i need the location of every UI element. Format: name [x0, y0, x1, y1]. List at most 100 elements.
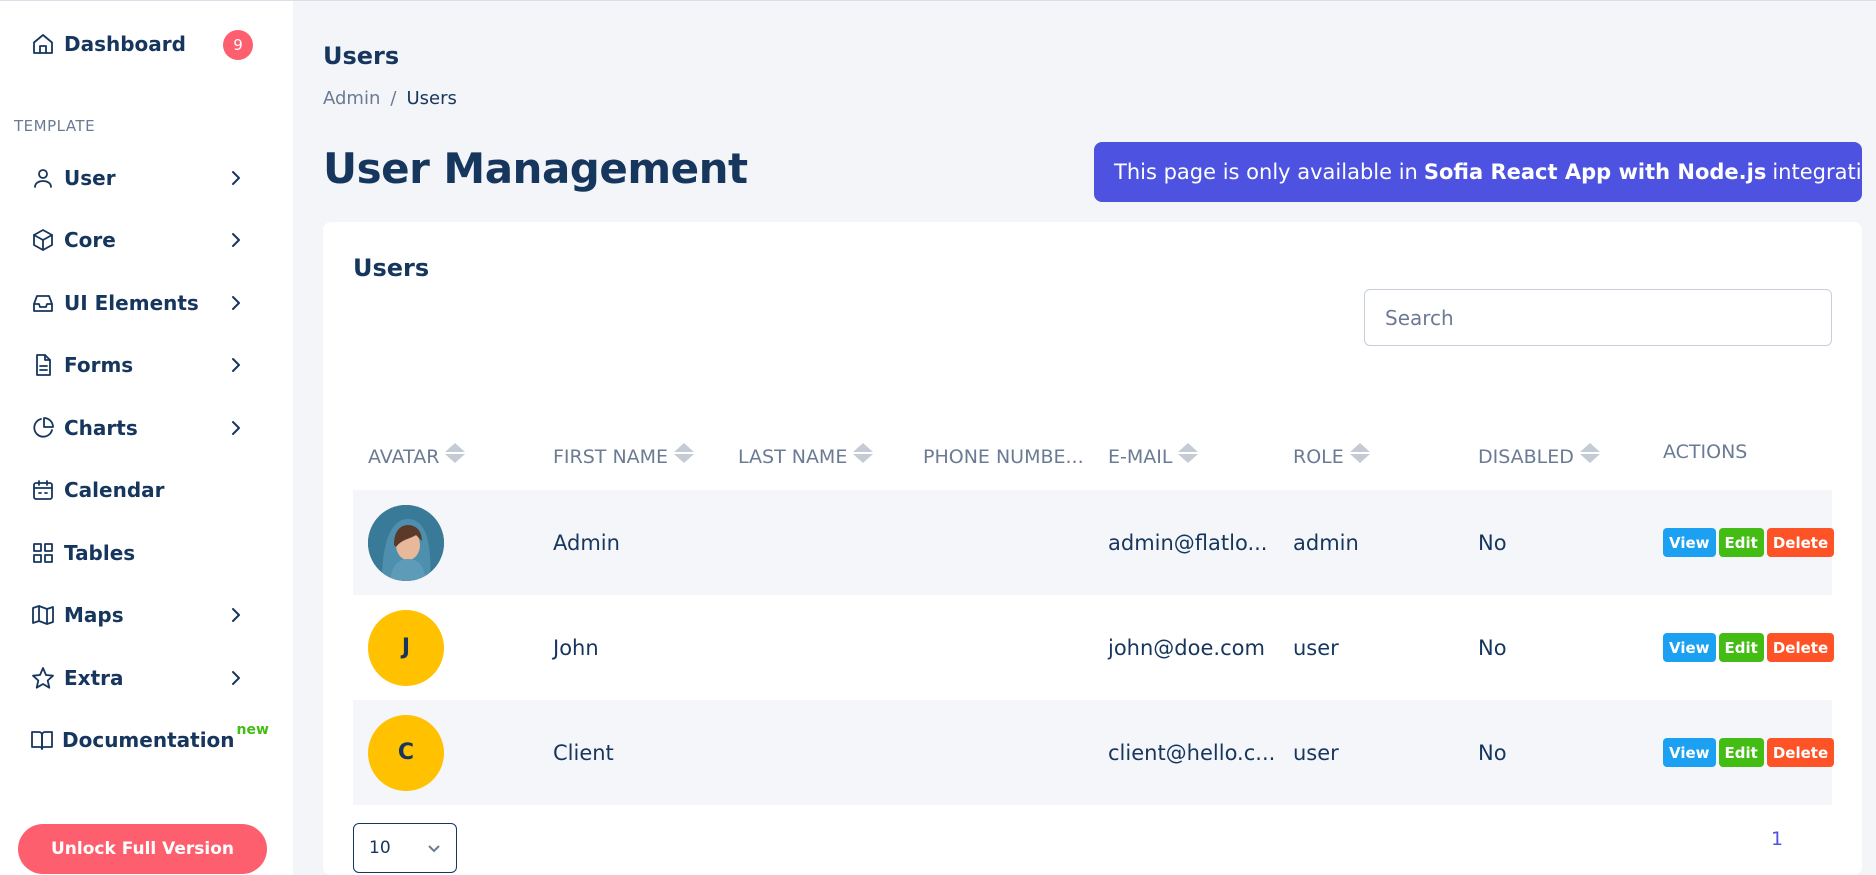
- pie-chart-icon: [30, 415, 56, 441]
- sidebar-item-label: Dashboard: [64, 32, 186, 56]
- role-cell: admin: [1293, 530, 1359, 555]
- sidebar-item-maps[interactable]: Maps: [30, 595, 260, 635]
- disabled-cell: No: [1478, 635, 1507, 660]
- info-banner: This page is only available in Sofia Rea…: [1094, 142, 1862, 202]
- sidebar-item-documentation[interactable]: Documentation new: [30, 720, 269, 760]
- box-icon: [30, 227, 56, 253]
- chevron-right-icon: [226, 230, 246, 250]
- avatar: [368, 504, 444, 581]
- sidebar-item-label: Extra: [64, 666, 124, 690]
- role-cell: user: [1293, 635, 1339, 660]
- column-header-phone-number[interactable]: PHONE NUMBE...: [923, 432, 1084, 482]
- column-label: AVATAR: [368, 446, 440, 468]
- sidebar-item-charts[interactable]: Charts: [30, 408, 260, 448]
- first-name-cell: Client: [553, 740, 614, 765]
- sidebar-item-tables[interactable]: Tables: [30, 533, 260, 573]
- column-header-last-name[interactable]: LAST NAME: [738, 432, 874, 482]
- sidebar-item-label: Core: [64, 228, 116, 252]
- sidebar-item-forms[interactable]: Forms: [30, 345, 260, 385]
- sidebar-section-label: TEMPLATE: [14, 117, 96, 135]
- column-header-email[interactable]: E-MAIL: [1108, 432, 1199, 482]
- breadcrumb-separator: /: [390, 88, 397, 109]
- banner-highlight: Sofia React App with Node.js: [1423, 160, 1767, 184]
- sidebar-item-label: Forms: [64, 353, 134, 377]
- table-row: C Client client@hello.c... user No View …: [353, 700, 1835, 805]
- actions-cell: View Edit Delete: [1663, 490, 1835, 595]
- column-header-first-name[interactable]: FIRST NAME: [553, 432, 695, 482]
- calendar-icon: [30, 477, 56, 503]
- column-label: LAST NAME: [738, 446, 848, 468]
- sidebar-item-core[interactable]: Core: [30, 220, 260, 260]
- unlock-full-version-button[interactable]: Unlock Full Version: [18, 824, 267, 874]
- edit-button[interactable]: Edit: [1718, 633, 1764, 662]
- delete-button[interactable]: Delete: [1766, 738, 1835, 767]
- user-photo-avatar: [368, 504, 444, 581]
- sidebar-item-label: UI Elements: [64, 291, 199, 315]
- banner-suffix: integration!: [1772, 160, 1862, 184]
- disabled-cell: No: [1478, 530, 1507, 555]
- view-button[interactable]: View: [1663, 528, 1716, 557]
- file-text-icon: [30, 352, 56, 378]
- email-cell: admin@flatlo...: [1108, 530, 1268, 555]
- sidebar-item-extra[interactable]: Extra: [30, 658, 260, 698]
- users-card: Users AVATAR FIRST NAME LAST NAME PHONE …: [323, 222, 1862, 875]
- column-label: E-MAIL: [1108, 446, 1173, 468]
- chevron-right-icon: [226, 668, 246, 688]
- edit-button[interactable]: Edit: [1718, 738, 1764, 767]
- column-header-disabled[interactable]: DISABLED: [1478, 432, 1600, 482]
- table-row: J John john@doe.com user No View Edit De…: [353, 595, 1835, 700]
- page-size-select[interactable]: 10: [353, 823, 457, 873]
- star-icon: [30, 665, 56, 691]
- column-label: ROLE: [1293, 446, 1344, 468]
- column-label: PHONE NUMBE...: [923, 446, 1084, 468]
- sidebar: Dashboard 9 TEMPLATE User Core UI Elemen…: [0, 1, 293, 875]
- first-name-cell: John: [553, 635, 599, 660]
- role-cell: user: [1293, 740, 1339, 765]
- inbox-icon: [30, 290, 56, 316]
- chevron-right-icon: [226, 355, 246, 375]
- edit-button[interactable]: Edit: [1718, 528, 1764, 557]
- view-button[interactable]: View: [1663, 633, 1716, 662]
- page-size-value: 10: [369, 838, 391, 858]
- column-label: FIRST NAME: [553, 446, 669, 468]
- avatar: J: [368, 609, 444, 686]
- breadcrumb-current: Users: [406, 88, 457, 109]
- sidebar-item-user[interactable]: User: [30, 158, 260, 198]
- view-button[interactable]: View: [1663, 738, 1716, 767]
- banner-prefix: This page is only available in: [1114, 160, 1418, 184]
- search-input[interactable]: [1364, 289, 1832, 346]
- pagination-page-1[interactable]: 1: [1771, 828, 1783, 850]
- actions-cell: View Edit Delete: [1663, 700, 1835, 805]
- actions-cell: View Edit Delete: [1663, 595, 1835, 700]
- card-title: Users: [353, 254, 430, 282]
- breadcrumb: Admin / Users: [323, 88, 457, 109]
- breadcrumb-parent-link[interactable]: Admin: [323, 88, 380, 109]
- chevron-right-icon: [226, 605, 246, 625]
- map-icon: [30, 602, 56, 628]
- sidebar-item-label: Tables: [64, 541, 136, 565]
- chevron-down-icon: [426, 840, 442, 856]
- sidebar-item-label: Maps: [64, 603, 124, 627]
- sort-icon: [1178, 443, 1199, 463]
- email-cell: client@hello.c...: [1108, 740, 1276, 765]
- avatar-cell: J: [368, 595, 444, 700]
- sidebar-item-label: User: [64, 166, 116, 190]
- first-name-cell: Admin: [553, 530, 620, 555]
- sidebar-item-calendar[interactable]: Calendar: [30, 470, 260, 510]
- sidebar-item-label: Calendar: [64, 478, 165, 502]
- column-header-role[interactable]: ROLE: [1293, 432, 1370, 482]
- chevron-right-icon: [226, 293, 246, 313]
- column-header-actions: ACTIONS: [1663, 427, 1747, 477]
- home-icon: [30, 31, 56, 57]
- page-title: User Management: [323, 144, 748, 193]
- delete-button[interactable]: Delete: [1766, 528, 1835, 557]
- sidebar-item-label: Charts: [64, 416, 138, 440]
- book-icon: [30, 727, 54, 753]
- column-label: DISABLED: [1478, 446, 1574, 468]
- sort-icon: [445, 443, 466, 463]
- avatar-cell: C: [368, 700, 444, 805]
- delete-button[interactable]: Delete: [1766, 633, 1835, 662]
- column-header-avatar[interactable]: AVATAR: [368, 432, 466, 482]
- sidebar-item-ui-elements[interactable]: UI Elements: [30, 283, 260, 323]
- table-row: Admin admin@flatlo... admin No View Edit…: [353, 490, 1835, 595]
